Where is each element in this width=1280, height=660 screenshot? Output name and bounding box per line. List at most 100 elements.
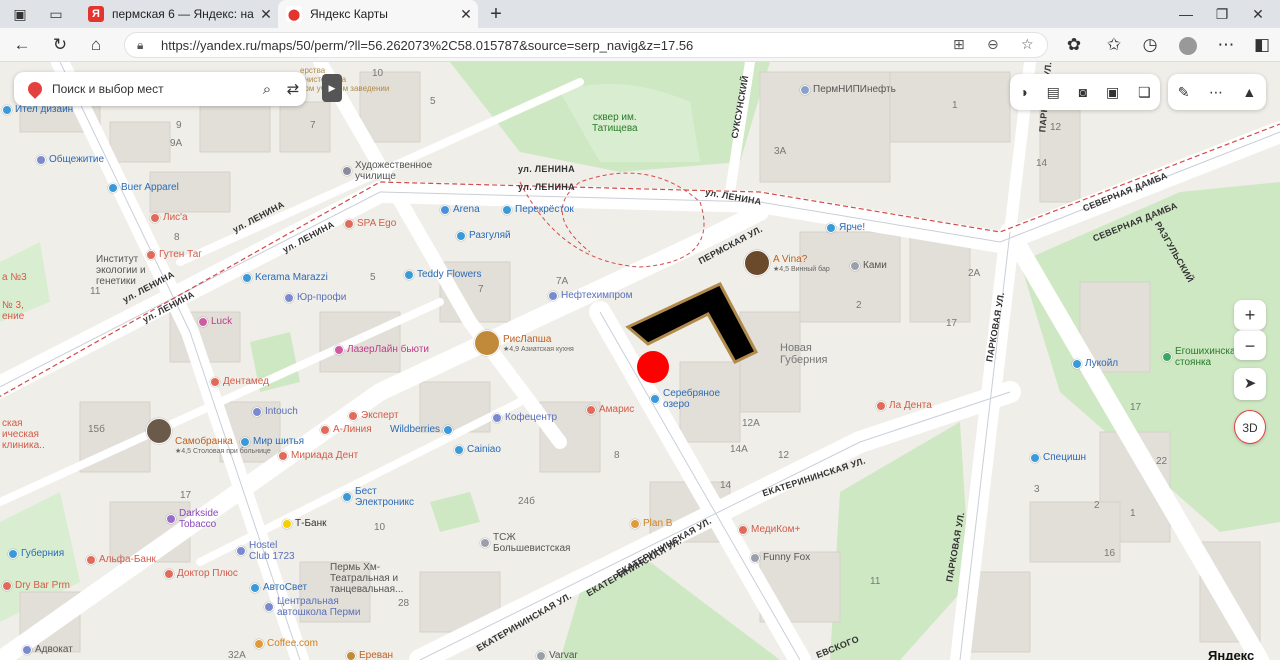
tab-actions-icon[interactable]: ▭ <box>46 4 66 24</box>
poi-expert[interactable]: Эксперт <box>348 410 399 421</box>
poi-drybar[interactable]: Dry Bar Prm <box>2 580 70 591</box>
poi-buer[interactable]: Buer Apparel <box>108 182 179 193</box>
photo-icon[interactable]: ◙ <box>1079 84 1087 100</box>
poi-ricl[interactable]: РисЛапша ★4,9 Азиатская кухня <box>474 330 574 356</box>
zoom-out-button[interactable]: − <box>1234 330 1266 360</box>
collapse-panel-button[interactable]: ▶ <box>322 74 342 102</box>
close-window-icon[interactable]: ✕ <box>1248 4 1268 24</box>
transit-icon[interactable]: ▣ <box>1106 84 1119 101</box>
route-icon[interactable]: ⇄ <box>280 80 306 98</box>
extensions-icon[interactable]: ✿ <box>1062 33 1086 57</box>
new-tab-button[interactable]: + <box>486 4 506 24</box>
poi-amaris[interactable]: Амарис <box>586 404 634 415</box>
house-number: 16 <box>1104 548 1116 559</box>
favorites-icon[interactable]: ✩ <box>1102 33 1126 57</box>
search-icon[interactable]: ⌕ <box>254 81 280 98</box>
poi-samobranka[interactable]: Самобранка ★4,5 Столовая при больнице <box>146 406 271 455</box>
poi-tbank[interactable]: Т-Банк <box>282 518 326 529</box>
sidebar-icon[interactable]: ◧ <box>1250 33 1274 57</box>
geolocation-icon[interactable]: ➤ <box>1234 368 1266 400</box>
home-icon[interactable]: ⌂ <box>84 33 108 57</box>
maximize-icon[interactable]: ❐ <box>1212 4 1232 24</box>
poi-mir[interactable]: Мир шитья <box>240 436 304 447</box>
park-label[interactable]: сквер им. Татищева <box>592 112 638 134</box>
poi-cainiao[interactable]: Cainiao <box>454 444 501 455</box>
poi-guten[interactable]: Гутен Таг <box>146 249 202 260</box>
poi-teatr[interactable]: Пермь Хм- Театральная и танцевальная... <box>330 562 403 595</box>
app-available-icon[interactable]: ⊞ <box>953 36 965 53</box>
menu-icon[interactable]: ⋯ <box>1214 33 1238 57</box>
map-search-box[interactable]: Поиск и выбор мест ⌕ ⇄ <box>14 72 306 106</box>
poi-coffee[interactable]: Coffee.com <box>254 638 318 649</box>
poi-serebr[interactable]: Серебряное озеро <box>650 388 720 410</box>
ruler-icon[interactable]: ✎ <box>1178 84 1190 101</box>
url-field[interactable]: 🔒︎ https://yandex.ru/maps/50/perm/?ll=56… <box>124 32 1048 58</box>
poi-advokat[interactable]: Адвокат <box>22 644 73 655</box>
poi-yarche[interactable]: Ярче! <box>826 222 865 233</box>
poi-permniinefti[interactable]: ПермНИПИнефть <box>800 84 896 95</box>
poi-doctor[interactable]: Доктор Плюс <box>164 568 238 579</box>
poi-label: A Vina? <box>773 253 808 265</box>
layers-icon[interactable]: ◑ <box>1019 84 1027 100</box>
reload-icon[interactable]: ↻ <box>48 33 72 57</box>
poi-ladenta[interactable]: Ла Дента <box>876 400 932 411</box>
favorite-star-icon[interactable]: ☆ <box>1021 36 1034 53</box>
tab-yandex-search[interactable]: Я пермская 6 — Яндекс: нашлось ✕ <box>80 0 278 28</box>
close-tab-icon[interactable]: ✕ <box>454 6 478 23</box>
poi-yur[interactable]: Юр-профи <box>284 292 346 303</box>
poi-dentamed[interactable]: Дентамед <box>210 376 269 387</box>
poi-specshin[interactable]: Специшн <box>1030 452 1086 463</box>
poi-best[interactable]: Бест Электроникс <box>342 486 414 508</box>
zoom-in-button[interactable]: + <box>1234 300 1266 330</box>
poi-alfa[interactable]: Альфа-Банк <box>86 554 156 565</box>
poi-alinia[interactable]: А-Линия <box>320 424 372 435</box>
poi-kerama[interactable]: Kerama Marazzi <box>242 272 328 283</box>
poi-arena[interactable]: Arena <box>440 204 480 215</box>
poi-kami[interactable]: Ками <box>850 260 887 271</box>
poi-label: Coffee.com <box>267 638 318 649</box>
poi-varvar[interactable]: Varvar <box>536 650 578 660</box>
poi-luck[interactable]: Luck <box>198 316 232 327</box>
poi-label: РисЛапша <box>503 333 552 345</box>
poi-avtoshkola[interactable]: Центральная автошкола Перми <box>264 596 360 618</box>
poi-darkside[interactable]: Darkside Tobacco <box>166 508 218 530</box>
poi-spa[interactable]: SPA Ego <box>344 218 396 229</box>
poi-lisa[interactable]: Лис'а <box>150 212 188 223</box>
poi-tcj[interactable]: ТСЖ Большевистская <box>480 532 570 554</box>
minimize-icon[interactable]: — <box>1176 4 1196 24</box>
map-type-icon[interactable]: ❏ <box>1138 84 1151 101</box>
poi-kofe[interactable]: Кофецентр <box>492 412 557 423</box>
profile-avatar[interactable] <box>1176 33 1200 57</box>
poi-lazer[interactable]: ЛазерЛайн бьюти <box>334 344 429 355</box>
poi-lukoil[interactable]: Лукойл <box>1072 358 1118 369</box>
poi-perekrestok[interactable]: Перекрёсток <box>502 204 574 215</box>
poi-medikom[interactable]: МедиКом+ <box>738 524 800 535</box>
poi-avtosvet[interactable]: АвтоСвет <box>250 582 307 593</box>
poi-miriada[interactable]: Мириада Дент <box>278 450 358 461</box>
poi-avina[interactable]: A Vina? ★4,5 Винный бар <box>744 250 830 276</box>
panorama-icon[interactable]: ▤ <box>1047 84 1060 101</box>
close-tab-icon[interactable]: ✕ <box>254 6 278 23</box>
back-icon[interactable]: ← <box>10 33 34 57</box>
poi-erevan[interactable]: Ереван <box>346 650 393 660</box>
poi-gubernia[interactable]: Губерния <box>8 548 64 559</box>
poi-egosh[interactable]: Егошихинская стоянка <box>1162 346 1241 368</box>
poi-hostel[interactable]: Hostel Club 1723 <box>236 540 295 562</box>
poi-hud[interactable]: Художественное училище <box>342 160 432 182</box>
more-icon[interactable]: ⋯ <box>1209 84 1223 101</box>
zoom-icon[interactable]: ⊖ <box>987 36 999 53</box>
poi-neft[interactable]: Нефтехимпром <box>548 290 632 301</box>
map-canvas[interactable]: ул. ЛЕНИНА ул. ЛЕНИНА ул. ЛЕНИНА ул. ЛЕН… <box>0 62 1280 660</box>
poi-obsh[interactable]: Общежитие <box>36 154 104 165</box>
poi-teddy[interactable]: Teddy Flowers <box>404 269 481 280</box>
poi-funny[interactable]: Funny Fox <box>750 552 810 563</box>
history-icon[interactable]: ◷ <box>1138 33 1162 57</box>
graduation-cap-icon[interactable]: ▲ <box>1242 84 1256 100</box>
poi-label: Plan B <box>643 518 673 529</box>
tab-yandex-maps[interactable]: ⬤ Яндекс Карты ✕ <box>278 0 478 28</box>
workspaces-icon[interactable]: ▣ <box>10 4 30 24</box>
view-3d-button[interactable]: 3D <box>1234 410 1266 444</box>
poi-razgulyay[interactable]: Разгуляй <box>456 230 511 241</box>
poi-wild[interactable]: Wildberries <box>390 424 454 435</box>
poi-planb[interactable]: Plan B <box>630 518 672 529</box>
